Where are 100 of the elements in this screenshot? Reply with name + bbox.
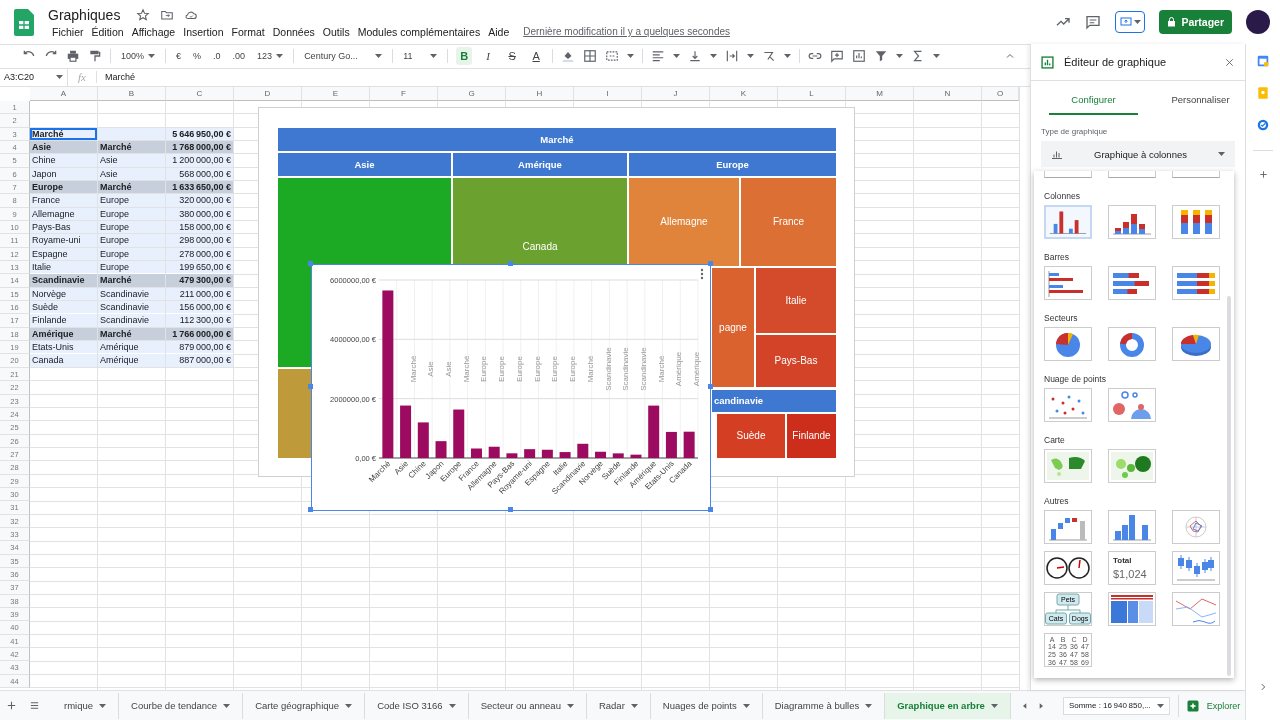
resize-handle[interactable] (508, 506, 513, 512)
resize-handle[interactable] (708, 260, 713, 266)
column-header[interactable]: K (710, 86, 778, 101)
sheet-tab[interactable]: Courbe de tendance (119, 692, 244, 719)
resize-handle[interactable] (308, 383, 313, 389)
column-header[interactable]: B (98, 86, 166, 101)
present-button[interactable] (1115, 11, 1146, 33)
table-cell: Marché (98, 327, 165, 341)
sheet-tab[interactable]: Secteur ou anneau (468, 692, 587, 719)
sheet-tab[interactable]: Radar (586, 692, 651, 719)
resize-handle[interactable] (308, 260, 313, 266)
format-button[interactable]: S (504, 47, 521, 66)
menu-item[interactable]: Modules complémentaires (353, 25, 485, 38)
column-header[interactable]: E (302, 86, 370, 101)
resize-handle[interactable] (708, 506, 713, 512)
column-header[interactable]: M (846, 86, 914, 101)
resize-handle[interactable] (508, 260, 513, 266)
treemap-cell: Finlande (787, 413, 836, 458)
sheet-tab[interactable]: Graphique en arbre (885, 692, 1011, 719)
bar-annotation: Marché (461, 355, 471, 383)
format-button[interactable]: B (456, 47, 473, 66)
table-cell: Marché (98, 181, 165, 194)
menu-item[interactable]: Données (268, 25, 319, 38)
currency-button[interactable]: € (174, 47, 184, 66)
text-wrap-icon[interactable] (725, 49, 740, 64)
align-icon[interactable] (651, 49, 666, 64)
font-dropdown[interactable]: Century Go... (302, 47, 385, 66)
last-edit-link[interactable]: Dernière modification il y a quelques secondes (523, 26, 730, 37)
text-rotate-icon[interactable] (762, 49, 777, 64)
chart-type-dropdown[interactable]: Graphique à colonnes (1041, 141, 1235, 167)
menu-item[interactable]: Fichier (48, 25, 88, 38)
treemap-header: Asie (278, 152, 451, 176)
scrollbar[interactable] (1019, 86, 1030, 690)
format-button[interactable]: I (480, 47, 497, 66)
format-button[interactable]: A (528, 47, 545, 66)
font-size-dropdown[interactable]: 11 (401, 47, 440, 66)
filter-icon[interactable] (874, 49, 889, 64)
percent-button[interactable]: % (191, 47, 204, 66)
column-header[interactable]: A (30, 86, 98, 101)
vertical-align-icon[interactable] (688, 49, 703, 64)
add-sheet-icon[interactable] (6, 700, 17, 711)
borders-icon[interactable] (583, 49, 598, 64)
zoom-dropdown[interactable]: 100% (119, 47, 158, 66)
table-cell: Finlande (30, 314, 97, 327)
more-icon[interactable] (700, 268, 704, 280)
sheet-tab[interactable]: Code ISO 3166 (365, 692, 469, 719)
tab[interactable]: Personnaliser (1156, 85, 1245, 115)
column-header[interactable]: L (778, 86, 846, 101)
chart-type-option[interactable] (1044, 551, 1092, 585)
star-icon[interactable] (136, 7, 151, 22)
print-icon[interactable] (66, 49, 80, 64)
formula-field[interactable]: Marché (96, 72, 135, 83)
column-chart[interactable] (311, 263, 711, 511)
menu-item[interactable]: Affichage (127, 25, 180, 38)
increase-decimals-button[interactable]: .00 (230, 47, 248, 66)
fill-color-icon[interactable] (561, 49, 576, 64)
sum-dropdown[interactable]: Somme : 16 940 850,... (1062, 696, 1170, 715)
comment-icon[interactable] (830, 49, 845, 64)
menu-item[interactable]: Insertion (179, 25, 228, 38)
resize-handle[interactable] (308, 506, 313, 512)
avatar[interactable] (1246, 10, 1270, 34)
column-header[interactable]: H (506, 86, 574, 101)
calendar-icon[interactable] (1256, 54, 1270, 68)
tab[interactable]: Configurer (1049, 85, 1138, 115)
tasks-icon[interactable] (1256, 118, 1270, 132)
scrollbar[interactable] (1227, 296, 1231, 676)
explore-button[interactable]: Explorer (1177, 694, 1249, 717)
sheet-tab[interactable]: Nuages de points (650, 692, 763, 719)
sheet-tab[interactable]: rmique (52, 692, 120, 719)
number-format-dropdown[interactable]: 123 (255, 47, 286, 66)
column-header[interactable]: F (370, 86, 438, 101)
column-header[interactable]: J (642, 86, 710, 101)
sheet-list-icon[interactable] (29, 700, 40, 711)
comment-icon[interactable] (1085, 14, 1102, 30)
resize-handle[interactable] (708, 383, 713, 389)
column-header[interactable]: O (982, 86, 1019, 101)
close-icon[interactable] (1224, 56, 1235, 68)
share-button[interactable]: Partager (1159, 10, 1232, 34)
column-header[interactable]: D (234, 86, 302, 101)
spreadsheet-logo-icon[interactable] (14, 8, 34, 36)
document-title[interactable]: Graphiques (48, 6, 121, 23)
decrease-decimals-button[interactable]: .0 (211, 47, 223, 66)
treemap-header: Marché (278, 127, 836, 151)
column-header[interactable]: G (438, 86, 506, 101)
bar-annotation: Europe (532, 356, 542, 382)
merge-cells-icon[interactable] (605, 49, 620, 64)
sheet-tab[interactable]: Carte géographique (243, 692, 366, 719)
menu-item[interactable]: Format (227, 25, 269, 38)
expand-icon[interactable] (1258, 682, 1268, 692)
menu-item[interactable]: Édition (87, 25, 128, 38)
add-icon[interactable] (1257, 169, 1269, 180)
menu-item[interactable]: Outils (318, 25, 354, 38)
menu-item[interactable]: Aide (484, 25, 514, 38)
column-header[interactable]: I (574, 86, 642, 101)
chart-type-option[interactable]: Total $1,024 (1108, 551, 1156, 585)
name-box[interactable]: A3:C20 (0, 68, 68, 86)
column-header[interactable]: C (166, 86, 234, 101)
paint-format-icon[interactable] (88, 49, 102, 64)
chart-icon[interactable] (852, 49, 867, 64)
column-header[interactable]: N (914, 86, 982, 101)
